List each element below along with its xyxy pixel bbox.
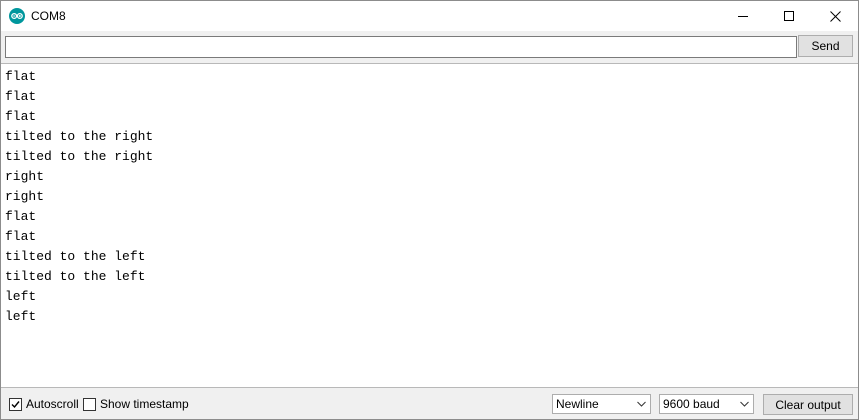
close-icon bbox=[829, 10, 841, 22]
serial-output[interactable]: flat flat flat tilted to the right tilted to… bbox=[1, 63, 858, 388]
send-row: Send bbox=[1, 31, 858, 63]
output-line: flat bbox=[5, 109, 37, 124]
output-line: flat bbox=[5, 89, 37, 104]
title-bar[interactable]: COM8 bbox=[1, 1, 858, 31]
baud-rate-value: 9600 baud bbox=[663, 397, 720, 411]
serial-monitor-window: COM8 Send flat flat flat tilted to the righ… bbox=[0, 0, 859, 420]
send-button[interactable]: Send bbox=[798, 35, 853, 57]
output-line: flat bbox=[5, 209, 37, 224]
timestamp-checkbox[interactable] bbox=[83, 397, 96, 411]
maximize-icon bbox=[784, 11, 794, 21]
baud-rate-select[interactable]: 9600 baud bbox=[659, 394, 754, 414]
output-line: left bbox=[5, 309, 37, 324]
arduino-icon bbox=[9, 8, 25, 24]
autoscroll-option[interactable]: Autoscroll bbox=[9, 397, 79, 411]
line-ending-value: Newline bbox=[556, 397, 599, 411]
output-line: right bbox=[5, 169, 45, 184]
output-line: flat bbox=[5, 229, 37, 244]
output-line: right bbox=[5, 189, 45, 204]
minimize-icon bbox=[738, 16, 748, 17]
timestamp-label: Show timestamp bbox=[100, 397, 189, 411]
output-line: left bbox=[5, 289, 37, 304]
output-lines: flat flat flat tilted to the right tilted to… bbox=[5, 67, 153, 327]
close-button[interactable] bbox=[812, 1, 858, 31]
line-ending-select[interactable]: Newline bbox=[552, 394, 651, 414]
chevron-down-icon bbox=[637, 401, 646, 407]
output-line: tilted to the left bbox=[5, 249, 146, 264]
output-line: tilted to the right bbox=[5, 149, 154, 164]
chevron-down-icon bbox=[740, 401, 749, 407]
window-title: COM8 bbox=[31, 9, 66, 23]
output-line: tilted to the left bbox=[5, 269, 146, 284]
maximize-button[interactable] bbox=[766, 1, 812, 31]
output-line: flat bbox=[5, 69, 37, 84]
autoscroll-checkbox[interactable] bbox=[9, 397, 22, 411]
send-input[interactable] bbox=[5, 36, 797, 58]
bottom-bar: Autoscroll Show timestamp Newline 9600 b… bbox=[1, 388, 858, 419]
timestamp-option[interactable]: Show timestamp bbox=[83, 397, 189, 411]
output-line: tilted to the right bbox=[5, 129, 154, 144]
minimize-button[interactable] bbox=[720, 1, 766, 31]
clear-output-button[interactable]: Clear output bbox=[763, 394, 853, 415]
autoscroll-label: Autoscroll bbox=[26, 397, 79, 411]
checkmark-icon bbox=[11, 400, 20, 408]
